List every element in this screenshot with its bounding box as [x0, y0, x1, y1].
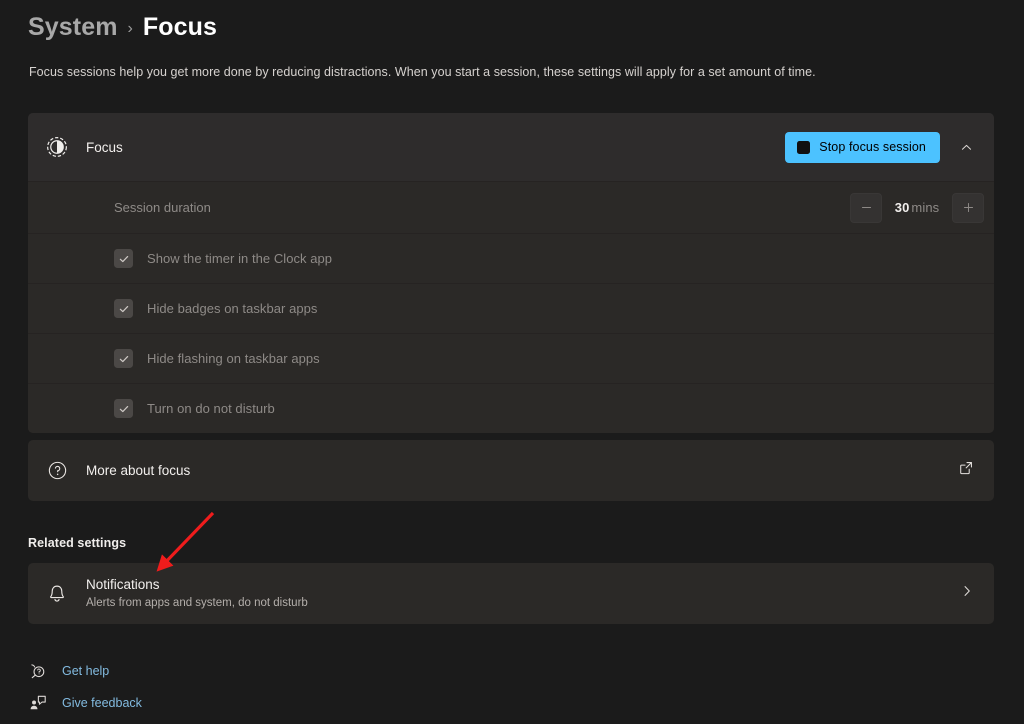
give-feedback-label: Give feedback — [62, 696, 142, 710]
session-duration-stepper: 30mins — [850, 193, 984, 223]
focus-settings-card: Focus Stop focus session Session duratio… — [28, 113, 994, 433]
bell-icon — [28, 583, 86, 605]
session-duration-row: Session duration 30mins — [28, 181, 994, 233]
session-duration-value: 30mins — [888, 200, 946, 215]
session-duration-label: Session duration — [28, 200, 850, 215]
footer-links: Get help Give feedback — [28, 655, 142, 719]
checkbox-checked-icon[interactable] — [114, 349, 133, 368]
more-about-focus-label: More about focus — [86, 463, 958, 478]
help-circle-icon — [28, 460, 86, 481]
get-help-icon — [28, 662, 48, 680]
focus-timer-icon — [28, 136, 86, 158]
notifications-title: Notifications — [86, 576, 960, 594]
checkbox-label: Hide flashing on taskbar apps — [147, 351, 320, 366]
duration-decrement-button[interactable] — [850, 193, 882, 223]
get-help-link[interactable]: Get help — [28, 655, 142, 687]
get-help-label: Get help — [62, 664, 109, 678]
chevron-up-icon[interactable] — [948, 131, 984, 163]
stop-square-icon — [797, 141, 810, 154]
related-settings-heading: Related settings — [28, 536, 126, 550]
breadcrumb: System › Focus — [28, 13, 217, 42]
checkbox-checked-icon[interactable] — [114, 299, 133, 318]
page-title: Focus — [143, 13, 217, 42]
chevron-right-icon[interactable] — [960, 584, 974, 603]
notifications-text: Notifications Alerts from apps and syste… — [86, 576, 960, 612]
stop-focus-session-label: Stop focus session — [819, 140, 926, 154]
stop-focus-session-button[interactable]: Stop focus session — [785, 132, 940, 163]
checkbox-checked-icon[interactable] — [114, 249, 133, 268]
checkbox-row-show-timer[interactable]: Show the timer in the Clock app — [28, 233, 994, 283]
external-link-icon[interactable] — [958, 460, 974, 481]
more-about-focus-row[interactable]: More about focus — [28, 440, 994, 501]
breadcrumb-parent-system[interactable]: System — [28, 13, 118, 42]
checkbox-checked-icon[interactable] — [114, 399, 133, 418]
breadcrumb-separator-icon: › — [128, 20, 133, 38]
session-duration-number: 30 — [895, 200, 910, 215]
checkbox-row-hide-flashing[interactable]: Hide flashing on taskbar apps — [28, 333, 994, 383]
related-setting-notifications[interactable]: Notifications Alerts from apps and syste… — [28, 563, 994, 624]
session-duration-unit: mins — [911, 200, 939, 215]
notifications-subtitle: Alerts from apps and system, do not dist… — [86, 595, 960, 612]
page-description: Focus sessions help you get more done by… — [29, 65, 816, 79]
checkbox-label: Show the timer in the Clock app — [147, 251, 332, 266]
give-feedback-icon — [28, 694, 48, 712]
focus-title: Focus — [86, 140, 785, 155]
checkbox-label: Turn on do not disturb — [147, 401, 275, 416]
give-feedback-link[interactable]: Give feedback — [28, 687, 142, 719]
checkbox-label: Hide badges on taskbar apps — [147, 301, 317, 316]
duration-increment-button[interactable] — [952, 193, 984, 223]
checkbox-row-do-not-disturb[interactable]: Turn on do not disturb — [28, 383, 994, 433]
focus-header-row: Focus Stop focus session — [28, 113, 994, 181]
checkbox-row-hide-badges[interactable]: Hide badges on taskbar apps — [28, 283, 994, 333]
settings-page: System › Focus Focus sessions help you g… — [0, 0, 1024, 724]
